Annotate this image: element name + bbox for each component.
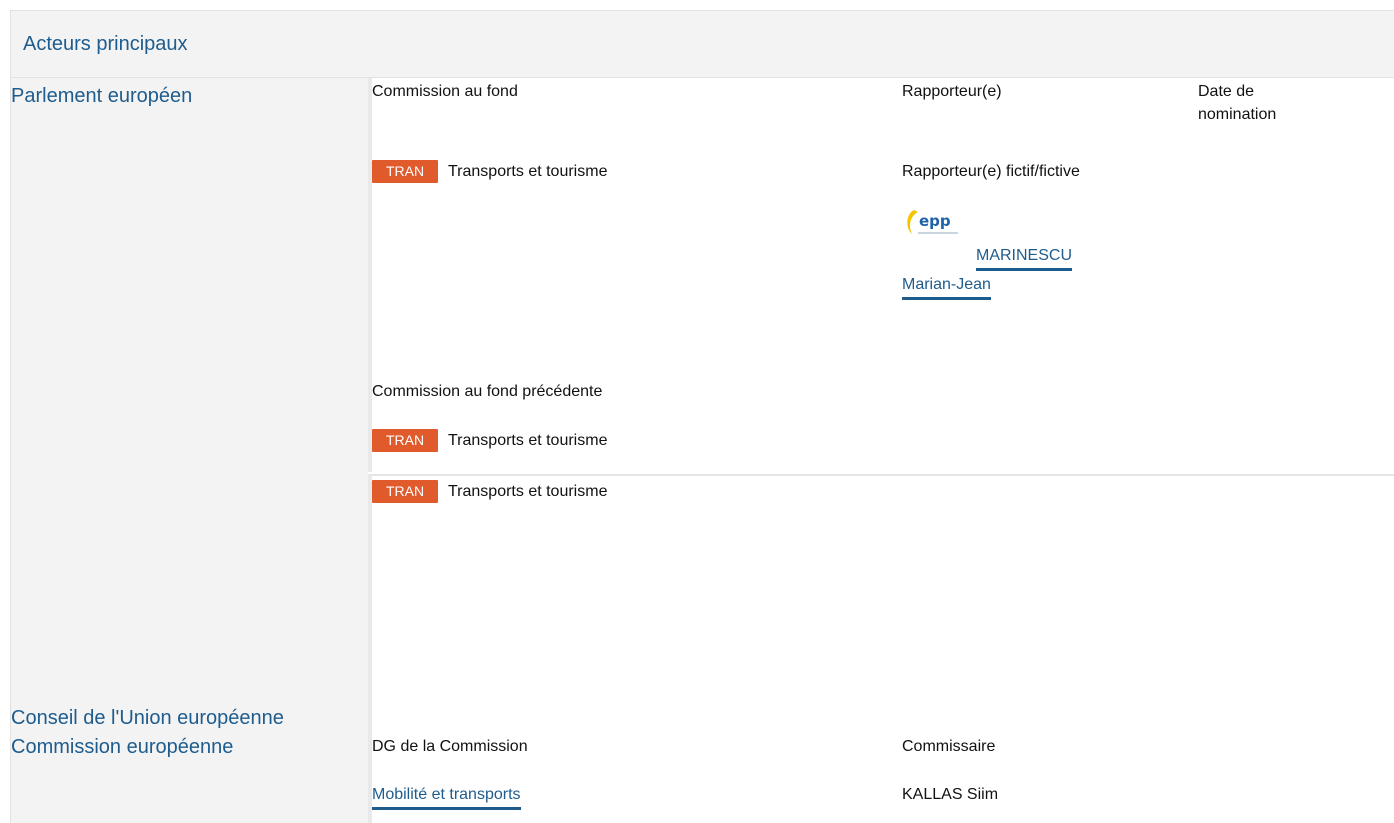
- previous-committee-name: Transports et tourisme: [448, 432, 608, 449]
- shadow-rapporteur-name-link-2[interactable]: Marian-Jean: [902, 273, 991, 300]
- col-header-dg: DG de la Commission: [372, 738, 528, 755]
- section-header: Acteurs principaux: [10, 10, 1394, 78]
- shadow-name-line2: Marian-Jean: [902, 273, 991, 300]
- section-title: Acteurs principaux: [23, 33, 188, 55]
- section2-committee-badge: TRAN: [372, 480, 438, 503]
- col-header-commissioner: Commissaire: [902, 738, 996, 755]
- previous-committee-label: Commission au fond précédente: [372, 383, 603, 400]
- institutions-column: Parlement européen Conseil de l'Union eu…: [10, 78, 368, 823]
- shadow-name-line1: MARINESCU: [976, 244, 1073, 271]
- institution-parliament: Parlement européen: [11, 85, 193, 107]
- institution-council: Conseil de l'Union européenne: [11, 707, 284, 729]
- svg-text:epp: epp: [919, 212, 951, 230]
- dg-name: Mobilité et transports: [372, 783, 521, 810]
- committee-badge: TRAN: [372, 160, 438, 183]
- committee-name: Transports et tourisme: [448, 163, 608, 180]
- commissioner-name: KALLAS Siim: [902, 786, 999, 803]
- dg-link[interactable]: Mobilité et transports: [372, 783, 521, 810]
- shadow-rapporteur-label: Rapporteur(e) fictif/fictive: [902, 163, 1080, 180]
- parliament-panel: Commission au fond Rapporteur(e) Date de…: [368, 78, 1394, 472]
- parliament-panel-2: TRAN Transports et tourisme: [368, 474, 1394, 694]
- col-header-committee: Commission au fond: [372, 83, 518, 100]
- epp-logo-icon: epp: [902, 202, 966, 258]
- top-margin: [0, 0, 1394, 10]
- shadow-rapporteur-name-link[interactable]: MARINESCU: [976, 244, 1073, 271]
- institution-commission: Commission européenne: [11, 736, 234, 758]
- previous-committee-badge: TRAN: [372, 429, 438, 452]
- col-header-date: Date de nomination: [1198, 83, 1277, 123]
- commission-panel: DG de la Commission Commissaire Mobilité…: [368, 694, 1394, 823]
- section2-committee-name: Transports et tourisme: [448, 483, 608, 500]
- col-header-rapporteur: Rapporteur(e): [902, 83, 1002, 100]
